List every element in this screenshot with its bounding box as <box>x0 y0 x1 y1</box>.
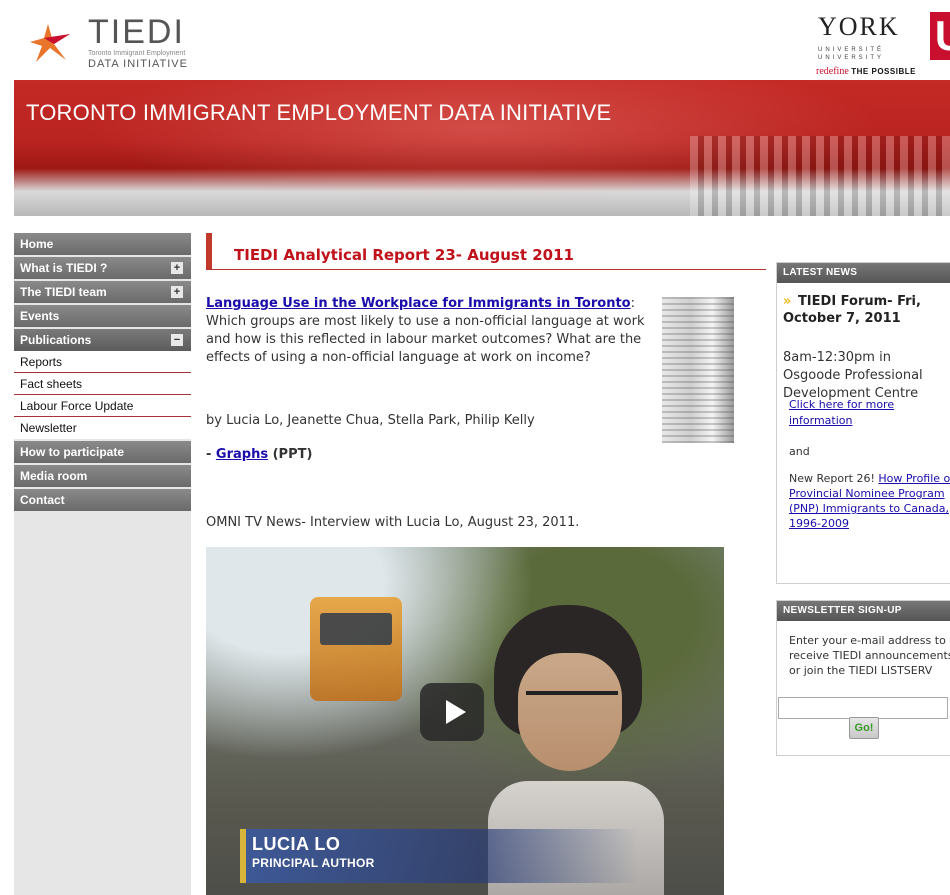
newsletter-header: NEWSLETTER SIGN-UP <box>777 601 950 621</box>
subnav-item-newsletter[interactable]: Newsletter <box>14 417 191 439</box>
latest-news-header: LATEST NEWS <box>777 263 950 283</box>
nav-item-home[interactable]: Home <box>14 233 191 255</box>
video-school-bus <box>310 597 402 701</box>
nav-item-media-room[interactable]: Media room <box>14 465 191 487</box>
york-tagline: redefine THE POSSIBLE <box>816 66 916 77</box>
nav-label: Home <box>20 237 54 251</box>
graphs-link[interactable]: Graphs <box>216 447 268 462</box>
byline: by Lucia Lo, Jeanette Chua, Stella Park,… <box>206 413 535 428</box>
omni-news-text: OMNI TV News- Interview with Lucia Lo, A… <box>206 515 580 530</box>
arrow-icon: » <box>783 294 792 309</box>
nav-item-tiedi-team[interactable]: The TIEDI team + <box>14 281 191 303</box>
york-u-mark: U <box>930 12 950 60</box>
news-title-text: TIEDI Forum- Fri, October 7, 2011 <box>783 294 921 326</box>
york-university-text: UNIVERSITÉ UNIVERSITY <box>818 47 885 61</box>
logo-subtitle-small: Toronto Immigrant Employment <box>88 50 186 57</box>
person-glasses <box>526 691 618 713</box>
nav-item-publications[interactable]: Publications − <box>14 329 191 351</box>
nav-label: The TIEDI team <box>20 285 107 299</box>
york-name: YORK <box>818 12 900 41</box>
video-player[interactable]: LUCIA LO PRINCIPAL AUTHOR <box>206 547 724 895</box>
subnav-item-labour-force-update[interactable]: Labour Force Update <box>14 395 191 417</box>
nav-label: How to participate <box>20 445 125 459</box>
caption-name: LUCIA LO <box>252 834 341 854</box>
collapse-minus-icon[interactable]: − <box>171 334 183 346</box>
more-info-link[interactable]: Click here for more information <box>789 397 949 429</box>
tiedi-mark-icon <box>30 24 70 62</box>
article-link[interactable]: Language Use in the Workplace for Immigr… <box>206 296 631 311</box>
nav-label: Contact <box>20 493 65 507</box>
expand-plus-icon[interactable]: + <box>171 286 183 298</box>
logo-title: TIEDI <box>88 13 185 51</box>
banner-graph-bars <box>690 136 950 216</box>
nav-item-what-is-tiedi[interactable]: What is TIEDI ? + <box>14 257 191 279</box>
article-summary: Language Use in the Workplace for Immigr… <box>206 295 654 367</box>
news-time-location: 8am-12:30pm in Osgoode Professional Develo… <box>783 350 923 401</box>
tiedi-logo[interactable]: TIEDI Toronto Immigrant Employment DATA … <box>26 10 226 70</box>
nav-item-contact[interactable]: Contact <box>14 489 191 511</box>
newsletter-signup-box: NEWSLETTER SIGN-UP Enter your e-mail add… <box>776 600 950 756</box>
newsletter-description: Enter your e-mail address to receive TIE… <box>789 634 950 677</box>
nav-item-how-to-participate[interactable]: How to participate <box>14 441 191 463</box>
report-title: TIEDI Analytical Report 23- August 2011 <box>234 246 574 264</box>
left-navigation: Home What is TIEDI ? + The TIEDI team + Ev… <box>14 233 191 895</box>
play-icon[interactable] <box>420 683 484 741</box>
nav-item-events[interactable]: Events <box>14 305 191 327</box>
nav-label: Publications <box>20 333 92 347</box>
nav-label: Media room <box>20 469 88 483</box>
lower-third-accent <box>240 829 246 883</box>
email-input[interactable] <box>778 697 948 719</box>
graphs-prefix: - <box>206 447 216 462</box>
and-text: and <box>789 445 810 458</box>
logo-subtitle: DATA INITIATIVE <box>88 58 188 70</box>
report-thumbnail[interactable] <box>662 297 734 443</box>
publications-submenu: Reports Fact sheets Labour Force Update … <box>14 351 191 439</box>
nav-label: Events <box>20 309 60 323</box>
new-report-prefix: New Report 26! <box>789 472 879 485</box>
nav-label: What is TIEDI ? <box>20 261 108 275</box>
caption-role: PRINCIPAL AUTHOR <box>252 856 375 870</box>
graphs-suffix: (PPT) <box>268 447 313 462</box>
go-button[interactable]: Go! <box>849 717 879 739</box>
subnav-item-reports[interactable]: Reports <box>14 351 191 373</box>
site-banner: TORONTO IMMIGRANT EMPLOYMENT DATA INITIA… <box>14 80 950 216</box>
new-report-text: New Report 26! How Profile of Provincial… <box>789 471 950 531</box>
news-title: » TIEDI Forum- Fri, October 7, 2011 <box>783 293 950 327</box>
paper-stack-lines <box>662 297 734 443</box>
bus-window <box>320 613 392 645</box>
report-heading: TIEDI Analytical Report 23- August 2011 <box>206 233 766 270</box>
expand-plus-icon[interactable]: + <box>171 262 183 274</box>
latest-news-box: LATEST NEWS » TIEDI Forum- Fri, October … <box>776 262 950 584</box>
graphs-line: - Graphs (PPT) <box>206 447 312 462</box>
heading-accent-bar <box>206 233 212 269</box>
york-university-logo[interactable]: YORK UNIVERSITÉUNIVERSITY U redefine THE… <box>812 12 950 78</box>
banner-title: TORONTO IMMIGRANT EMPLOYMENT DATA INITIA… <box>26 100 612 125</box>
subnav-item-fact-sheets[interactable]: Fact sheets <box>14 373 191 395</box>
